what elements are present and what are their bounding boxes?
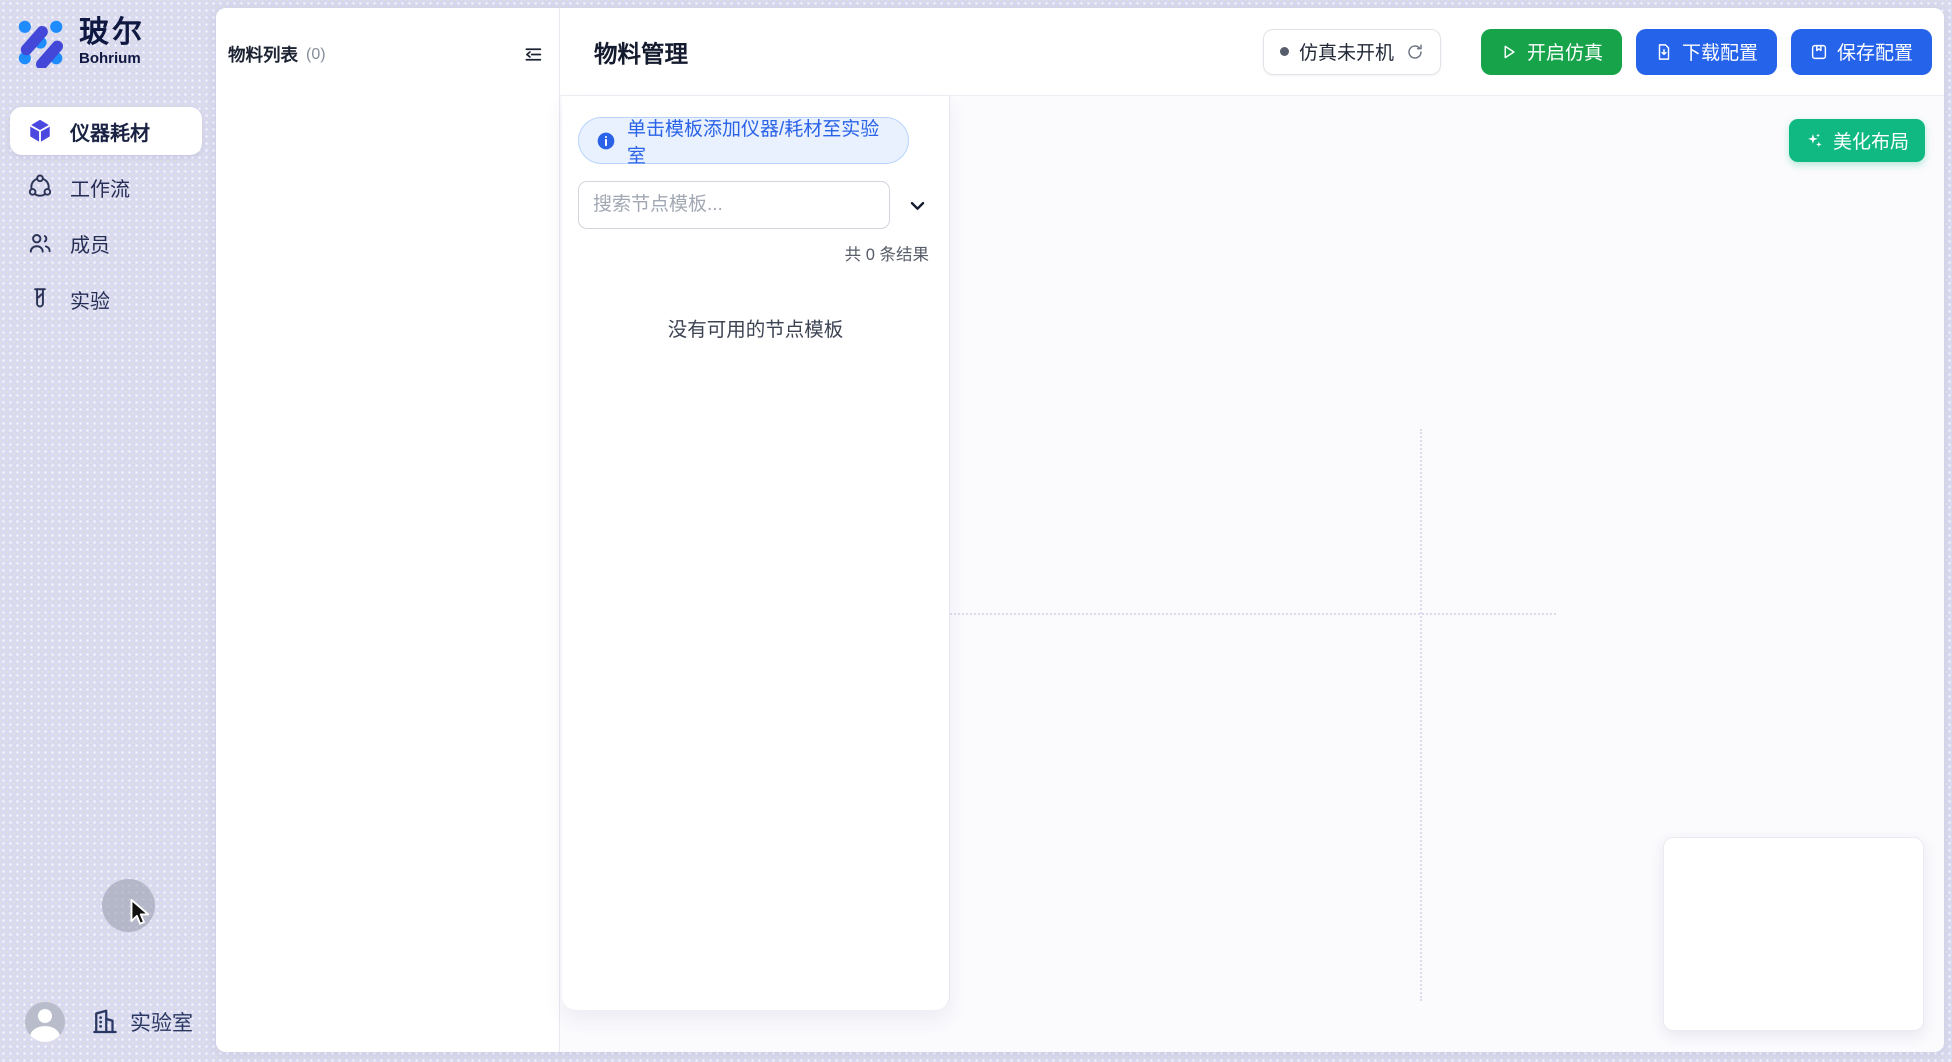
cube-icon bbox=[27, 118, 53, 144]
sidebar-item-label: 仪器耗材 bbox=[70, 117, 150, 146]
test-tube-icon bbox=[27, 286, 53, 312]
start-simulation-button[interactable]: 开启仿真 bbox=[1481, 29, 1622, 75]
beautify-layout-button[interactable]: 美化布局 bbox=[1789, 119, 1925, 162]
lab-label: 实验室 bbox=[130, 1007, 193, 1037]
template-result-count: 共 0 条结果 bbox=[562, 241, 929, 265]
sidebar-item-workflow[interactable]: 工作流 bbox=[10, 163, 202, 211]
materials-list-title: 物料列表 bbox=[228, 42, 298, 67]
beautify-layout-label: 美化布局 bbox=[1833, 127, 1909, 154]
sparkles-icon bbox=[1805, 131, 1824, 150]
template-empty-message: 没有可用的节点模板 bbox=[562, 313, 949, 342]
sidebar-footer: 实验室 bbox=[25, 1002, 193, 1042]
sidebar-item-members[interactable]: 成员 bbox=[10, 219, 202, 267]
brand-logo: 玻尔 Bohrium bbox=[14, 16, 145, 68]
collapse-panel-icon[interactable] bbox=[520, 42, 545, 67]
canvas-guide-horizontal bbox=[950, 613, 1556, 615]
brand-name-zh: 玻尔 bbox=[79, 17, 145, 49]
template-search-input[interactable] bbox=[578, 181, 890, 229]
minimap-panel[interactable] bbox=[1663, 837, 1924, 1031]
sidebar-item-label: 成员 bbox=[70, 229, 110, 258]
info-circle-icon bbox=[596, 131, 616, 151]
sidebar-nav: 仪器耗材 工作流 成员 bbox=[10, 107, 202, 323]
brand-name-en: Bohrium bbox=[79, 50, 145, 67]
bohrium-logo-icon bbox=[14, 16, 66, 68]
content-card: 物料列表 (0) 物料管理 仿真未开机 bbox=[216, 8, 1944, 1052]
user-avatar[interactable] bbox=[25, 1002, 65, 1042]
refresh-icon[interactable] bbox=[1406, 43, 1424, 61]
play-icon bbox=[1500, 43, 1518, 61]
materials-list-header: 物料列表 (0) bbox=[216, 8, 559, 67]
sidebar: 玻尔 Bohrium 仪器耗材 工作流 bbox=[0, 0, 216, 1062]
save-icon bbox=[1810, 43, 1828, 61]
lab-canvas[interactable]: 单击模板添加仪器/耗材至实验室 共 0 条结果 没有可用的节点模板 bbox=[560, 96, 1944, 1052]
template-search-row bbox=[578, 181, 949, 229]
simulation-status-pill: 仿真未开机 bbox=[1263, 29, 1441, 75]
template-panel: 单击模板添加仪器/耗材至实验室 共 0 条结果 没有可用的节点模板 bbox=[562, 96, 950, 1010]
canvas-guide-vertical bbox=[1420, 429, 1422, 1001]
simulation-status-label: 仿真未开机 bbox=[1299, 38, 1394, 65]
chevron-down-icon[interactable] bbox=[908, 196, 927, 215]
template-hint-banner: 单击模板添加仪器/耗材至实验室 bbox=[578, 117, 909, 164]
sidebar-item-instruments[interactable]: 仪器耗材 bbox=[10, 107, 202, 155]
main-header: 物料管理 仿真未开机 bbox=[560, 8, 1944, 96]
sidebar-item-experiments[interactable]: 实验 bbox=[10, 275, 202, 323]
template-hint-text: 单击模板添加仪器/耗材至实验室 bbox=[627, 114, 891, 168]
sidebar-item-label: 实验 bbox=[70, 285, 110, 314]
materials-list-panel: 物料列表 (0) bbox=[216, 8, 560, 1052]
file-download-icon bbox=[1655, 43, 1673, 61]
status-dot-icon bbox=[1280, 47, 1289, 56]
materials-list-count: (0) bbox=[306, 46, 326, 64]
save-config-label: 保存配置 bbox=[1837, 38, 1913, 65]
save-config-button[interactable]: 保存配置 bbox=[1791, 29, 1932, 75]
download-config-button[interactable]: 下载配置 bbox=[1636, 29, 1777, 75]
mouse-cursor bbox=[126, 898, 152, 928]
sidebar-item-label: 工作流 bbox=[70, 173, 130, 202]
download-config-label: 下载配置 bbox=[1682, 38, 1758, 65]
building-icon bbox=[90, 1007, 120, 1037]
app-root: { "brand": { "name_zh": "玻尔", "name_en":… bbox=[0, 0, 1952, 1062]
sidebar-item-lab[interactable]: 实验室 bbox=[90, 1007, 193, 1037]
header-actions: 仿真未开机 开启仿真 bbox=[1263, 29, 1932, 75]
members-icon bbox=[27, 230, 53, 256]
main-area: 物料管理 仿真未开机 bbox=[560, 8, 1944, 1052]
page-title: 物料管理 bbox=[594, 35, 688, 69]
start-simulation-label: 开启仿真 bbox=[1527, 38, 1603, 65]
workflow-icon bbox=[27, 174, 53, 200]
